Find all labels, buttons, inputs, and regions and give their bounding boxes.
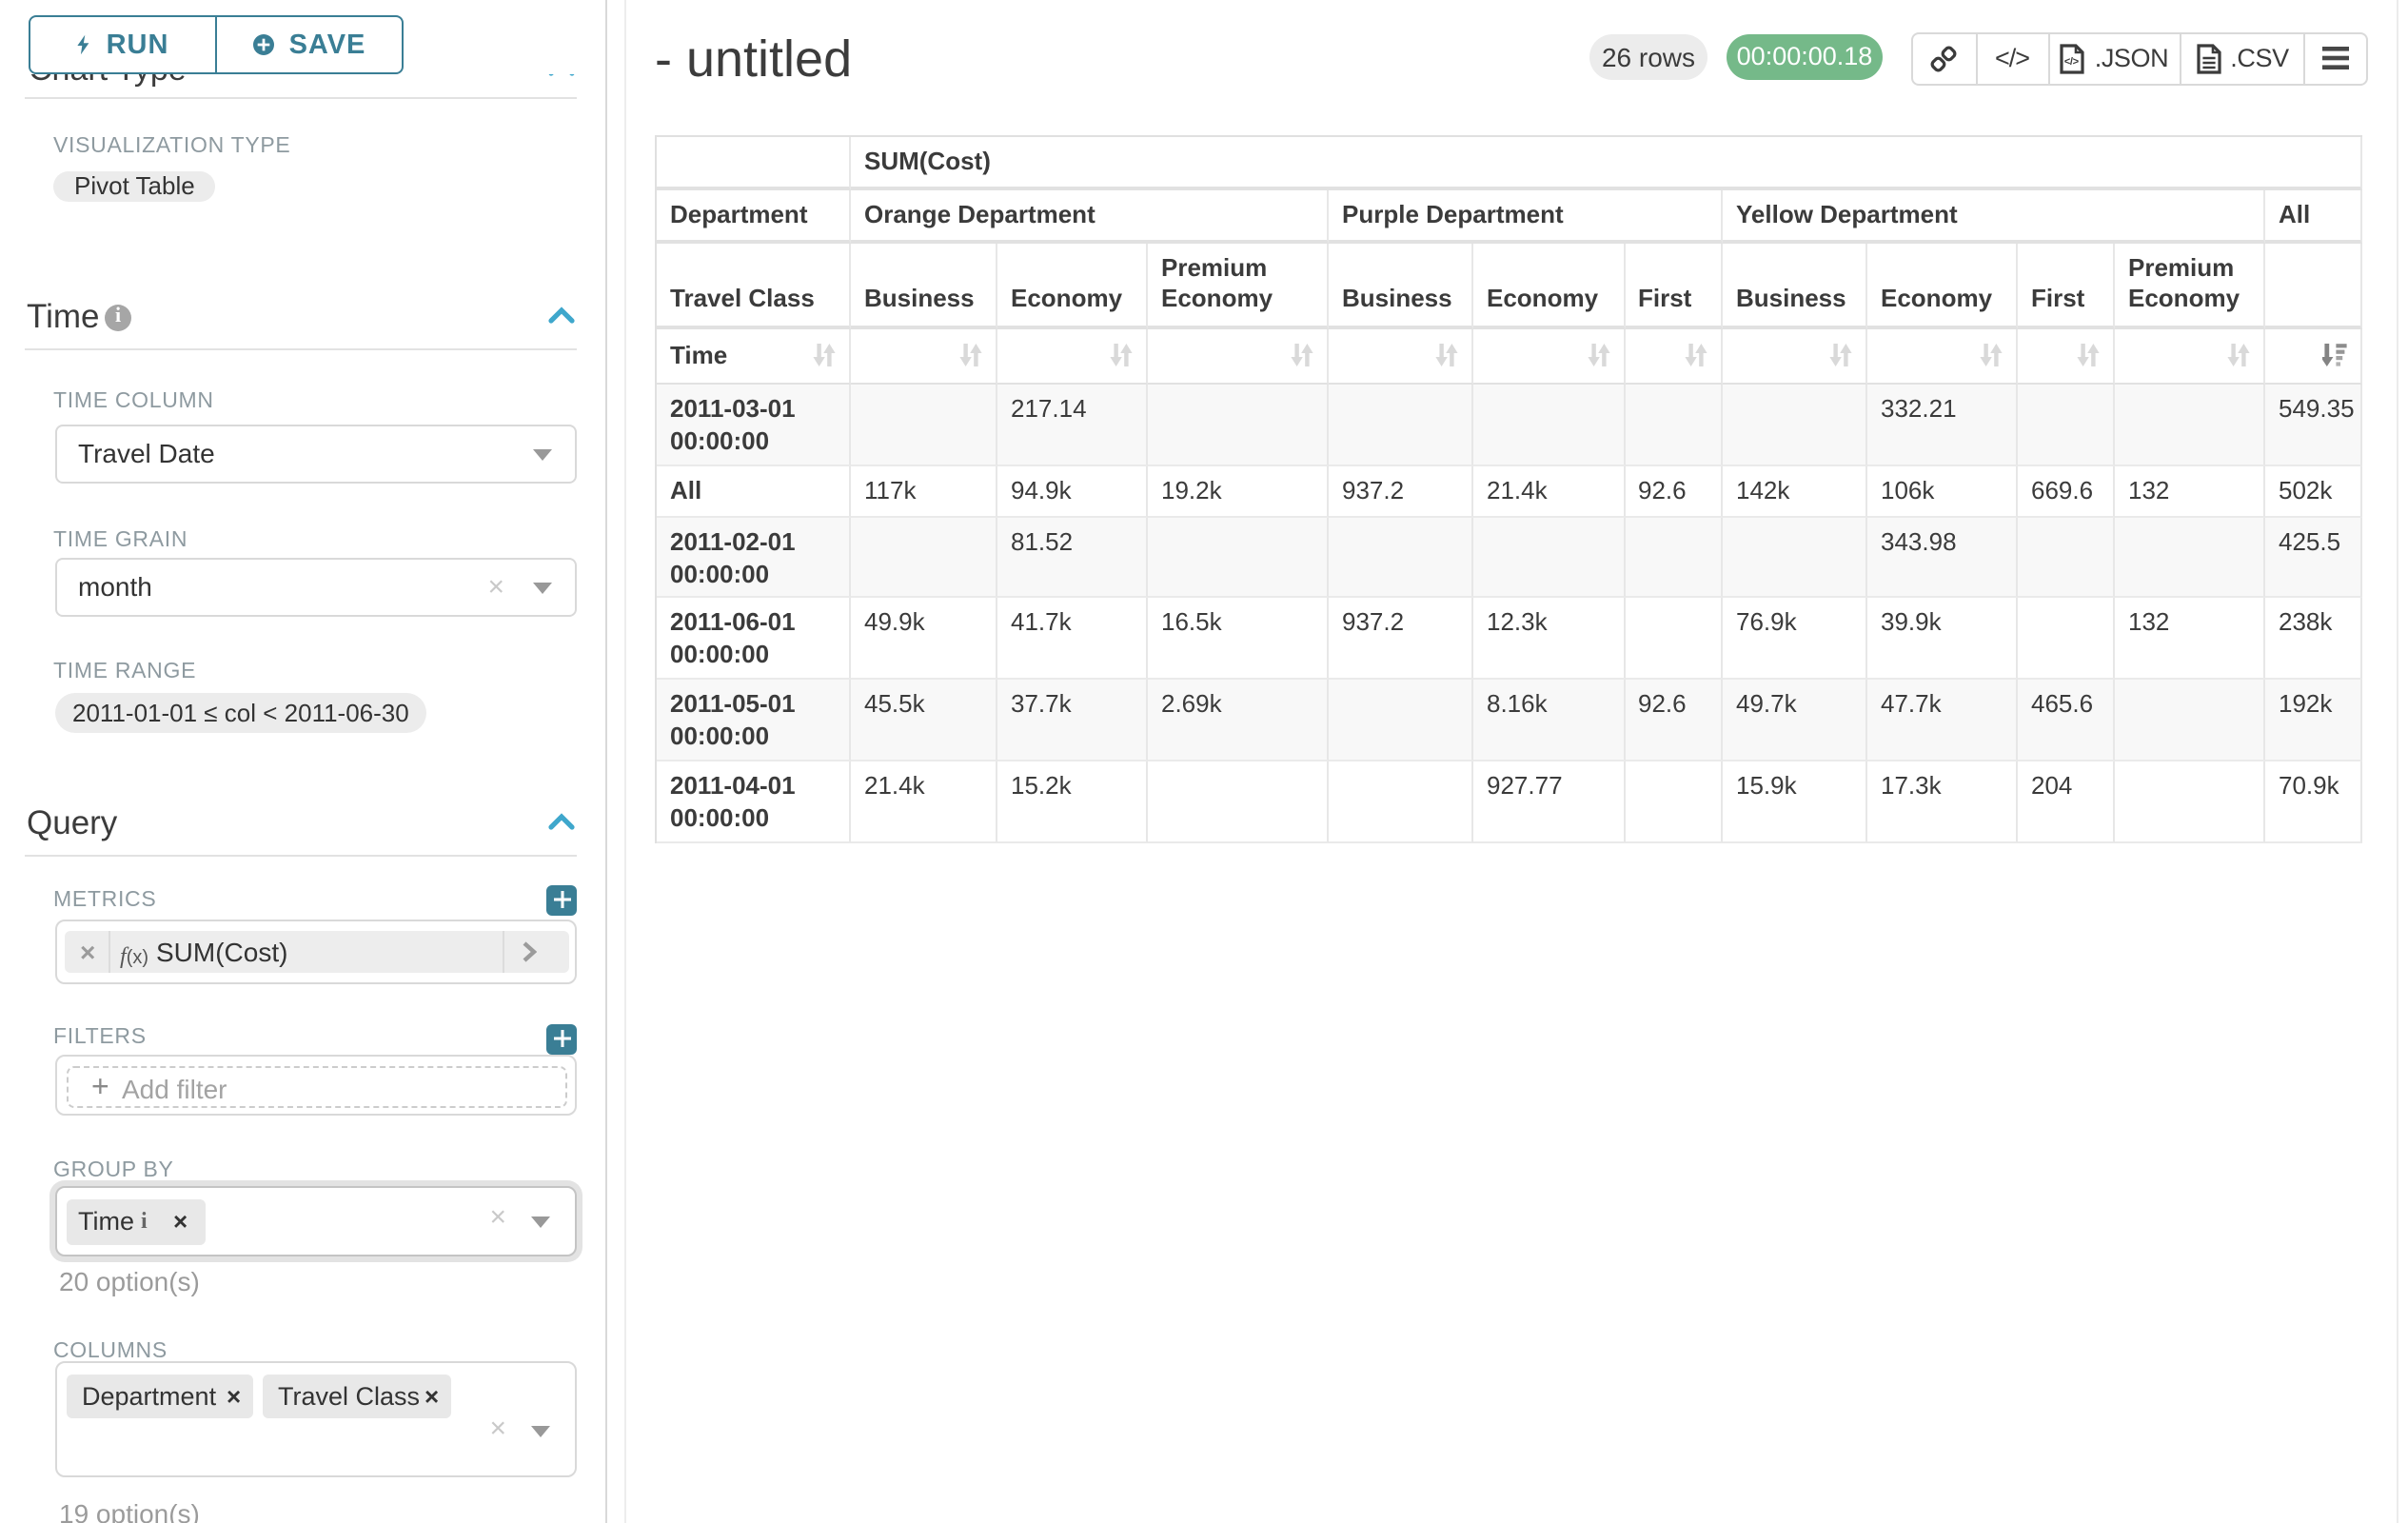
svg-text:</>: </> (2065, 55, 2081, 67)
